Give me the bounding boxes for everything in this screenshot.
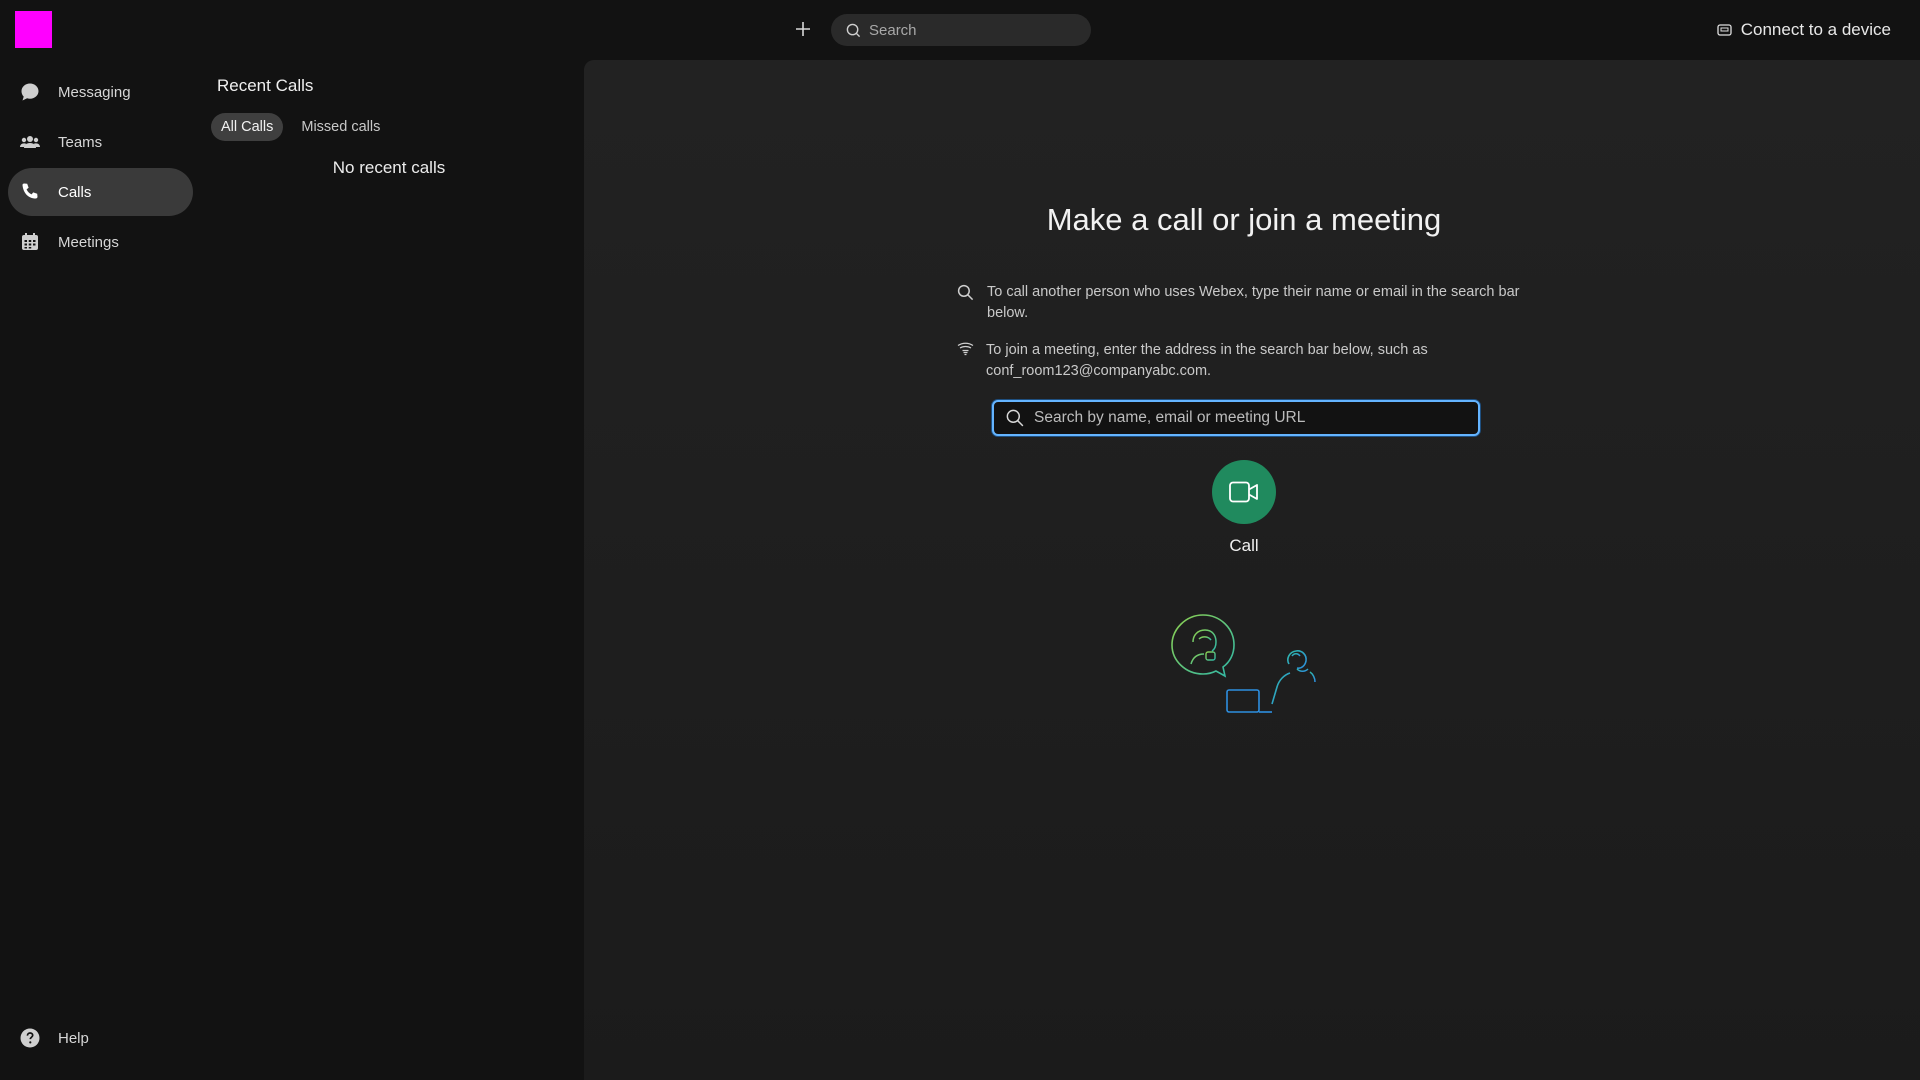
sidebar-item-label: Messaging — [58, 83, 131, 101]
sidebar-item-meetings[interactable]: Meetings — [8, 218, 193, 266]
chat-bubble-icon — [21, 83, 39, 101]
video-call-button[interactable] — [1212, 460, 1276, 524]
tab-all-calls[interactable]: All Calls — [211, 113, 284, 141]
recent-calls-panel: Recent Calls All Calls Missed calls No r… — [208, 76, 578, 177]
recent-calls-title: Recent Calls — [217, 76, 314, 95]
main-panel: Make a call or join a meeting To call an… — [584, 60, 1920, 1080]
sidebar-item-calls[interactable]: Calls — [8, 168, 193, 216]
call-button-label: Call — [1229, 536, 1259, 555]
sidebar-item-label: Calls — [58, 183, 92, 201]
info-meeting-text: To join a meeting, enter the address in … — [986, 342, 1428, 379]
phone-icon — [22, 183, 38, 199]
info-meeting-hint: To join a meeting, enter the address in … — [957, 340, 1557, 382]
sidebar-item-label: Meetings — [58, 233, 119, 251]
plus-icon — [796, 22, 810, 36]
connect-device-label: Connect to a device — [1740, 20, 1891, 39]
conference-phone-icon — [957, 342, 974, 356]
help-label: Help — [58, 1029, 89, 1047]
top-bar: Search Connect to a device — [0, 0, 1920, 60]
video-camera-icon — [1229, 481, 1258, 503]
search-icon — [846, 23, 861, 37]
page-title: Make a call or join a meeting — [1046, 202, 1442, 237]
sidebar-item-messaging[interactable]: Messaging — [8, 68, 193, 116]
top-search-input[interactable]: Search — [831, 14, 1091, 46]
people-icon — [20, 136, 40, 148]
info-call-hint: To call another person who uses Webex, t… — [957, 282, 1557, 324]
add-button[interactable] — [789, 15, 817, 43]
help-icon — [20, 1028, 40, 1048]
help-button[interactable]: Help — [20, 1026, 89, 1050]
tab-missed-calls[interactable]: Missed calls — [291, 113, 390, 141]
empty-state-text: No recent calls — [332, 158, 446, 177]
search-icon — [1006, 409, 1024, 427]
info-call-text: To call another person who uses Webex, t… — [987, 284, 1520, 321]
sidebar-item-label: Teams — [58, 133, 103, 151]
sidebar-nav: Messaging Teams Calls Meetings — [8, 68, 193, 268]
search-icon — [957, 284, 974, 301]
top-search-placeholder: Search — [869, 21, 917, 39]
sidebar-item-teams[interactable]: Teams — [8, 118, 193, 166]
calendar-icon — [22, 233, 38, 250]
call-search-placeholder: Search by name, email or meeting URL — [1034, 409, 1306, 426]
user-avatar[interactable] — [15, 11, 52, 48]
call-search-input[interactable]: Search by name, email or meeting URL — [992, 400, 1480, 436]
device-icon — [1717, 23, 1732, 36]
call-filter-tabs: All Calls Missed calls — [211, 113, 578, 141]
people-calling-illustration — [1171, 614, 1316, 713]
connect-device-button[interactable]: Connect to a device — [1717, 17, 1891, 43]
